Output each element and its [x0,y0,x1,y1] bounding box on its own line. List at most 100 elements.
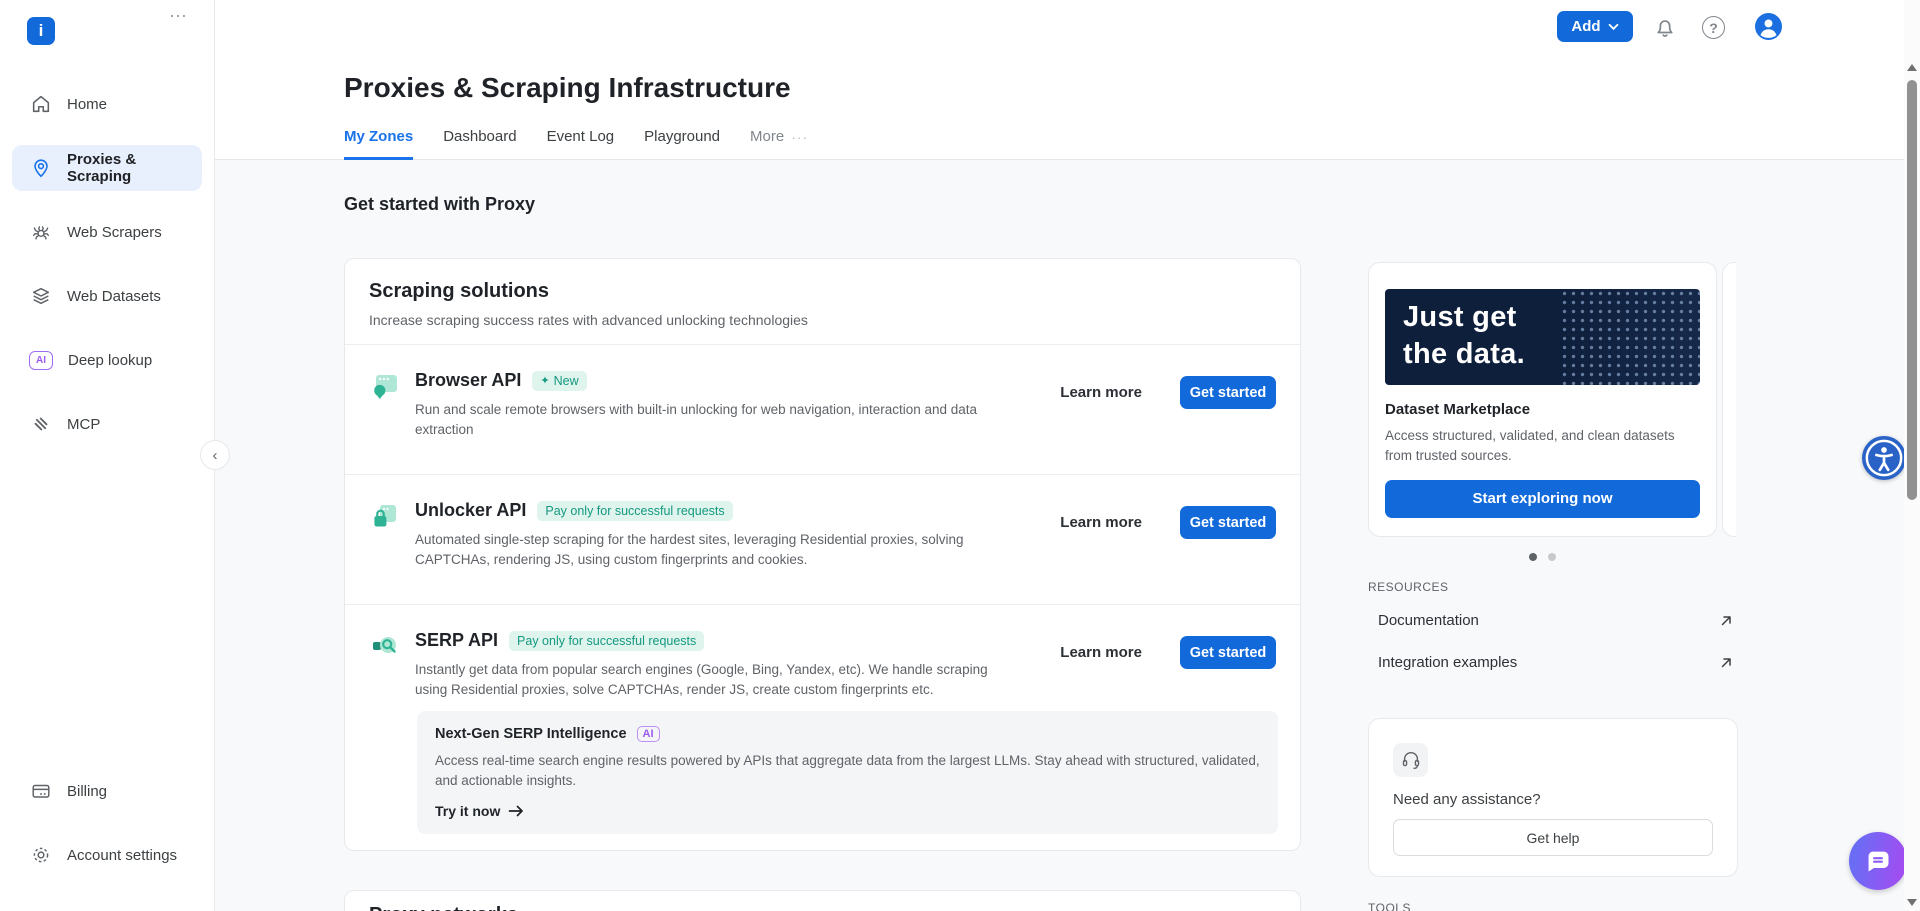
sidebar-item-label: Proxies & Scraping [67,151,137,185]
tab-playground[interactable]: Playground [644,128,720,160]
scrollbar-up-arrow[interactable] [1907,64,1917,71]
banner-line1: Just get [1403,301,1517,333]
tab-label: Event Log [546,128,615,145]
sidebar-item-label: Deep lookup [68,351,153,369]
ai-badge: AI [636,726,660,743]
chevron-down-icon [1608,23,1618,30]
carousel-peek-card[interactable] [1722,262,1736,537]
learn-more-link[interactable]: Learn more [1060,384,1142,401]
top-bar: Proxies & Scraping Infrastructure My Zon… [215,0,1920,160]
sidebar-nav: Home Proxies & Scraping Web Scrapers Web… [12,81,202,447]
help-button[interactable]: ? [1702,16,1725,39]
vertical-scrollbar [1904,0,1920,911]
row-actions: Learn more Get started [1060,636,1276,669]
learn-more-link[interactable]: Learn more [1060,644,1142,661]
solution-row-browser-api: Browser API ✦ New Run and scale remote br… [345,345,1300,475]
start-exploring-button[interactable]: Start exploring now [1385,479,1700,518]
tab-dashboard[interactable]: Dashboard [443,128,516,160]
gear-icon [33,847,49,863]
sidebar-item-label: Home [67,95,108,113]
row-title: Unlocker API [415,500,527,520]
card-title: Scraping solutions [369,280,550,302]
page-title: Proxies & Scraping Infrastructure [344,72,791,103]
resources-section: RESOURCES Documentation Integration exam… [1368,580,1738,678]
tab-event-log[interactable]: Event Log [547,128,615,160]
chat-widget-button[interactable] [1849,832,1907,890]
main-content: Get started with Proxy Scraping solution… [215,160,1920,911]
scrollbar-down-arrow[interactable] [1907,899,1917,906]
tab-my-zones[interactable]: My Zones [344,128,414,160]
scraping-solutions-card: Scraping solutions Increase scraping suc… [344,258,1301,851]
assistance-question: Need any assistance? [1393,791,1541,808]
bell-icon [1657,20,1673,37]
tab-bar: My Zones Dashboard Event Log Playground … [344,128,808,160]
sidebar-item-deep-lookup[interactable]: AI Deep lookup [12,337,202,383]
pay-badge: Pay only for successful requests [509,630,705,651]
badge-label: Pay only for successful requests [517,633,697,648]
tab-label: Playground [644,128,721,145]
sidebar-menu-dots-icon[interactable]: ⋯ [169,6,188,27]
carousel-dot-2[interactable] [1548,553,1556,561]
spider-icon [32,226,50,240]
sidebar-item-label: Billing [67,782,108,800]
accessibility-icon [1865,439,1903,477]
sparkle-icon: ✦ [540,375,550,387]
resource-link-integration-examples[interactable]: Integration examples [1368,646,1738,678]
serp-intelligence-promo: Next-Gen SERP Intelligence AI Access rea… [417,711,1278,835]
carousel-dot-1[interactable] [1529,553,1537,561]
resource-link-label: Integration examples [1378,653,1518,671]
resource-link-documentation[interactable]: Documentation [1368,604,1738,636]
brand-logo[interactable]: i [27,17,55,45]
sidebar-item-mcp[interactable]: MCP [12,401,202,447]
headset-icon-box [1393,743,1428,777]
marketplace-title: Dataset Marketplace [1385,401,1531,418]
learn-more-link[interactable]: Learn more [1060,514,1142,531]
notifications-button[interactable] [1652,15,1678,41]
tools-heading: TOOLS [1368,901,1411,911]
question-mark-icon: ? [1709,19,1718,36]
sidebar-collapse-button[interactable]: ‹ [200,440,230,470]
account-avatar[interactable] [1755,13,1782,40]
section-title: Get started with Proxy [344,194,536,214]
proxy-networks-title: Proxy networks [369,904,1276,911]
try-it-now-label: Try it now [435,803,501,820]
tab-label: Dashboard [443,128,517,145]
try-it-now-link[interactable]: Try it now [435,803,524,819]
sidebar-item-web-scrapers[interactable]: Web Scrapers [12,209,202,255]
sidebar-item-label: MCP [67,415,101,433]
external-link-arrow-icon [1721,615,1731,625]
row-title: SERP API [415,630,499,650]
get-help-button[interactable]: Get help [1393,819,1713,856]
headset-icon [1402,751,1419,770]
add-button-label: Add [1571,18,1601,35]
promo-title: Next-Gen SERP Intelligence [435,726,627,743]
accessibility-widget-button[interactable] [1862,436,1906,480]
more-dots-icon: ··· [791,128,809,145]
serp-api-icon [373,637,396,653]
row-title: Browser API [415,370,522,390]
sidebar-item-home[interactable]: Home [12,81,202,127]
card-subtitle: Increase scraping success rates with adv… [369,312,808,328]
sidebar-item-web-datasets[interactable]: Web Datasets [12,273,202,319]
tab-more[interactable]: More ··· [750,128,808,160]
sidebar-item-proxies-scraping[interactable]: Proxies & Scraping [12,145,202,191]
get-started-button[interactable]: Get started [1180,506,1276,539]
sidebar-item-label: Web Datasets [67,287,161,305]
arrow-right-icon [508,805,524,817]
row-description: Automated single-step scraping for the h… [415,532,964,567]
row-actions: Learn more Get started [1060,376,1276,409]
sidebar-item-billing[interactable]: Billing [12,768,202,814]
scrollbar-thumb[interactable] [1907,80,1917,500]
chevron-left-icon: ‹ [212,446,218,464]
get-started-button[interactable]: Get started [1180,376,1276,409]
row-description: Run and scale remote browsers with built… [415,402,978,437]
add-button[interactable]: Add [1557,11,1633,42]
card-header: Scraping solutions Increase scraping suc… [345,259,1300,345]
location-pin-icon [34,159,48,178]
layers-icon [32,287,50,305]
row-body: SERP API Pay only for successful request… [415,630,1020,699]
sidebar-item-account-settings[interactable]: Account settings [12,832,202,878]
solution-row-unlocker-api: Unlocker API Pay only for successful req… [345,475,1300,605]
solution-row-serp-api: SERP API Pay only for successful request… [345,605,1300,699]
get-started-button[interactable]: Get started [1180,636,1276,669]
